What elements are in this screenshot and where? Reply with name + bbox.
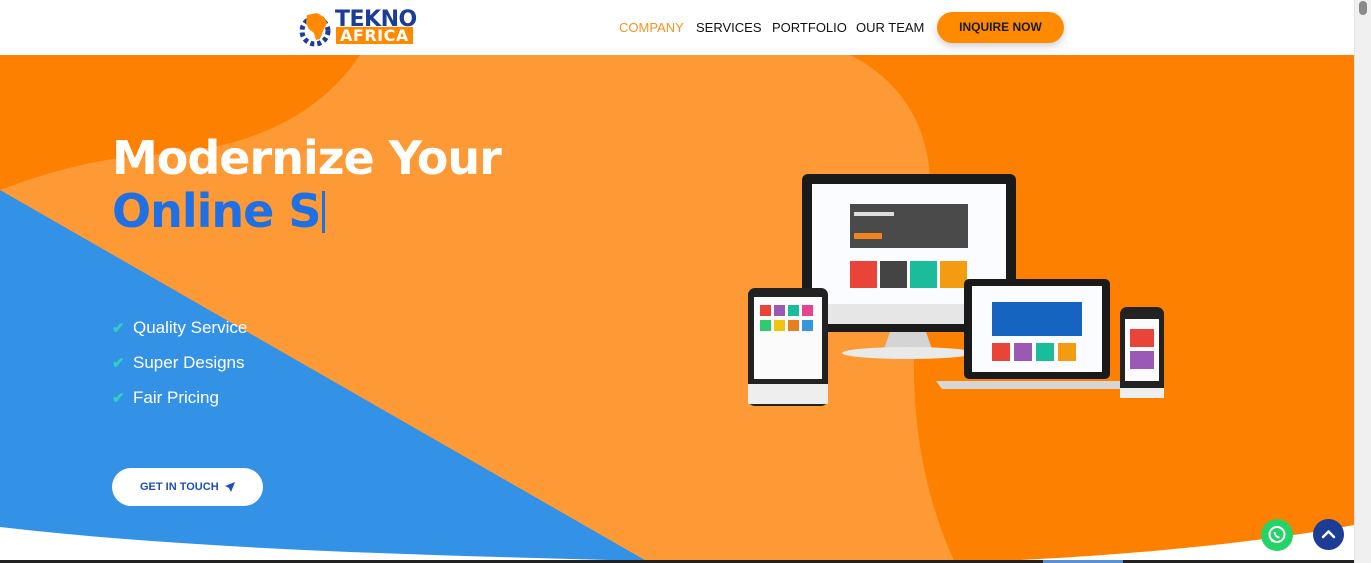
whatsapp-button[interactable] bbox=[1261, 519, 1293, 551]
hero-headline-typed: Online S bbox=[112, 184, 326, 238]
paper-plane-icon bbox=[225, 482, 235, 492]
scroll-to-top-button[interactable] bbox=[1313, 519, 1344, 550]
hero-headline: Modernize Your bbox=[112, 131, 502, 185]
scrollbar-thumb[interactable] bbox=[1359, 1, 1367, 15]
devices-illustration bbox=[748, 174, 1164, 406]
check-icon: ✔ bbox=[112, 390, 125, 407]
nav-item-company[interactable]: COMPANY bbox=[619, 20, 684, 36]
typing-cursor bbox=[322, 191, 326, 233]
gear-africa-logo-icon bbox=[299, 13, 331, 47]
feature-label: Super Designs bbox=[133, 353, 245, 372]
nav-item-portfolio[interactable]: PORTFOLIO bbox=[772, 20, 847, 36]
page: TEKNO AFRICA COMPANY SERVICES PORTFOLIO … bbox=[0, 0, 1354, 563]
feature-item: ✔ Super Designs bbox=[112, 353, 245, 374]
hero-section: Modernize Your Online S ✔ Quality Service… bbox=[0, 55, 1354, 563]
page-scrollbar[interactable] bbox=[1354, 0, 1371, 563]
get-in-touch-label: GET IN TOUCH bbox=[140, 481, 219, 493]
nav-item-our-team[interactable]: OUR TEAM bbox=[856, 20, 924, 36]
check-icon: ✔ bbox=[112, 320, 125, 337]
whatsapp-icon bbox=[1268, 526, 1286, 543]
inquire-now-button[interactable]: INQUIRE NOW bbox=[937, 12, 1064, 43]
feature-item: ✔ Fair Pricing bbox=[112, 388, 219, 409]
feature-label: Fair Pricing bbox=[133, 388, 219, 407]
logo-text-africa: AFRICA bbox=[336, 27, 413, 44]
nav-item-services[interactable]: SERVICES bbox=[696, 20, 762, 36]
site-logo[interactable]: TEKNO AFRICA bbox=[297, 9, 419, 47]
site-header: TEKNO AFRICA COMPANY SERVICES PORTFOLIO … bbox=[0, 0, 1354, 55]
get-in-touch-button[interactable]: GET IN TOUCH bbox=[112, 468, 263, 506]
chevron-up-icon bbox=[1321, 530, 1336, 539]
feature-label: Quality Service bbox=[133, 318, 248, 337]
check-icon: ✔ bbox=[112, 355, 125, 372]
feature-item: ✔ Quality Service bbox=[112, 318, 247, 339]
typed-text: Online S bbox=[112, 184, 321, 238]
